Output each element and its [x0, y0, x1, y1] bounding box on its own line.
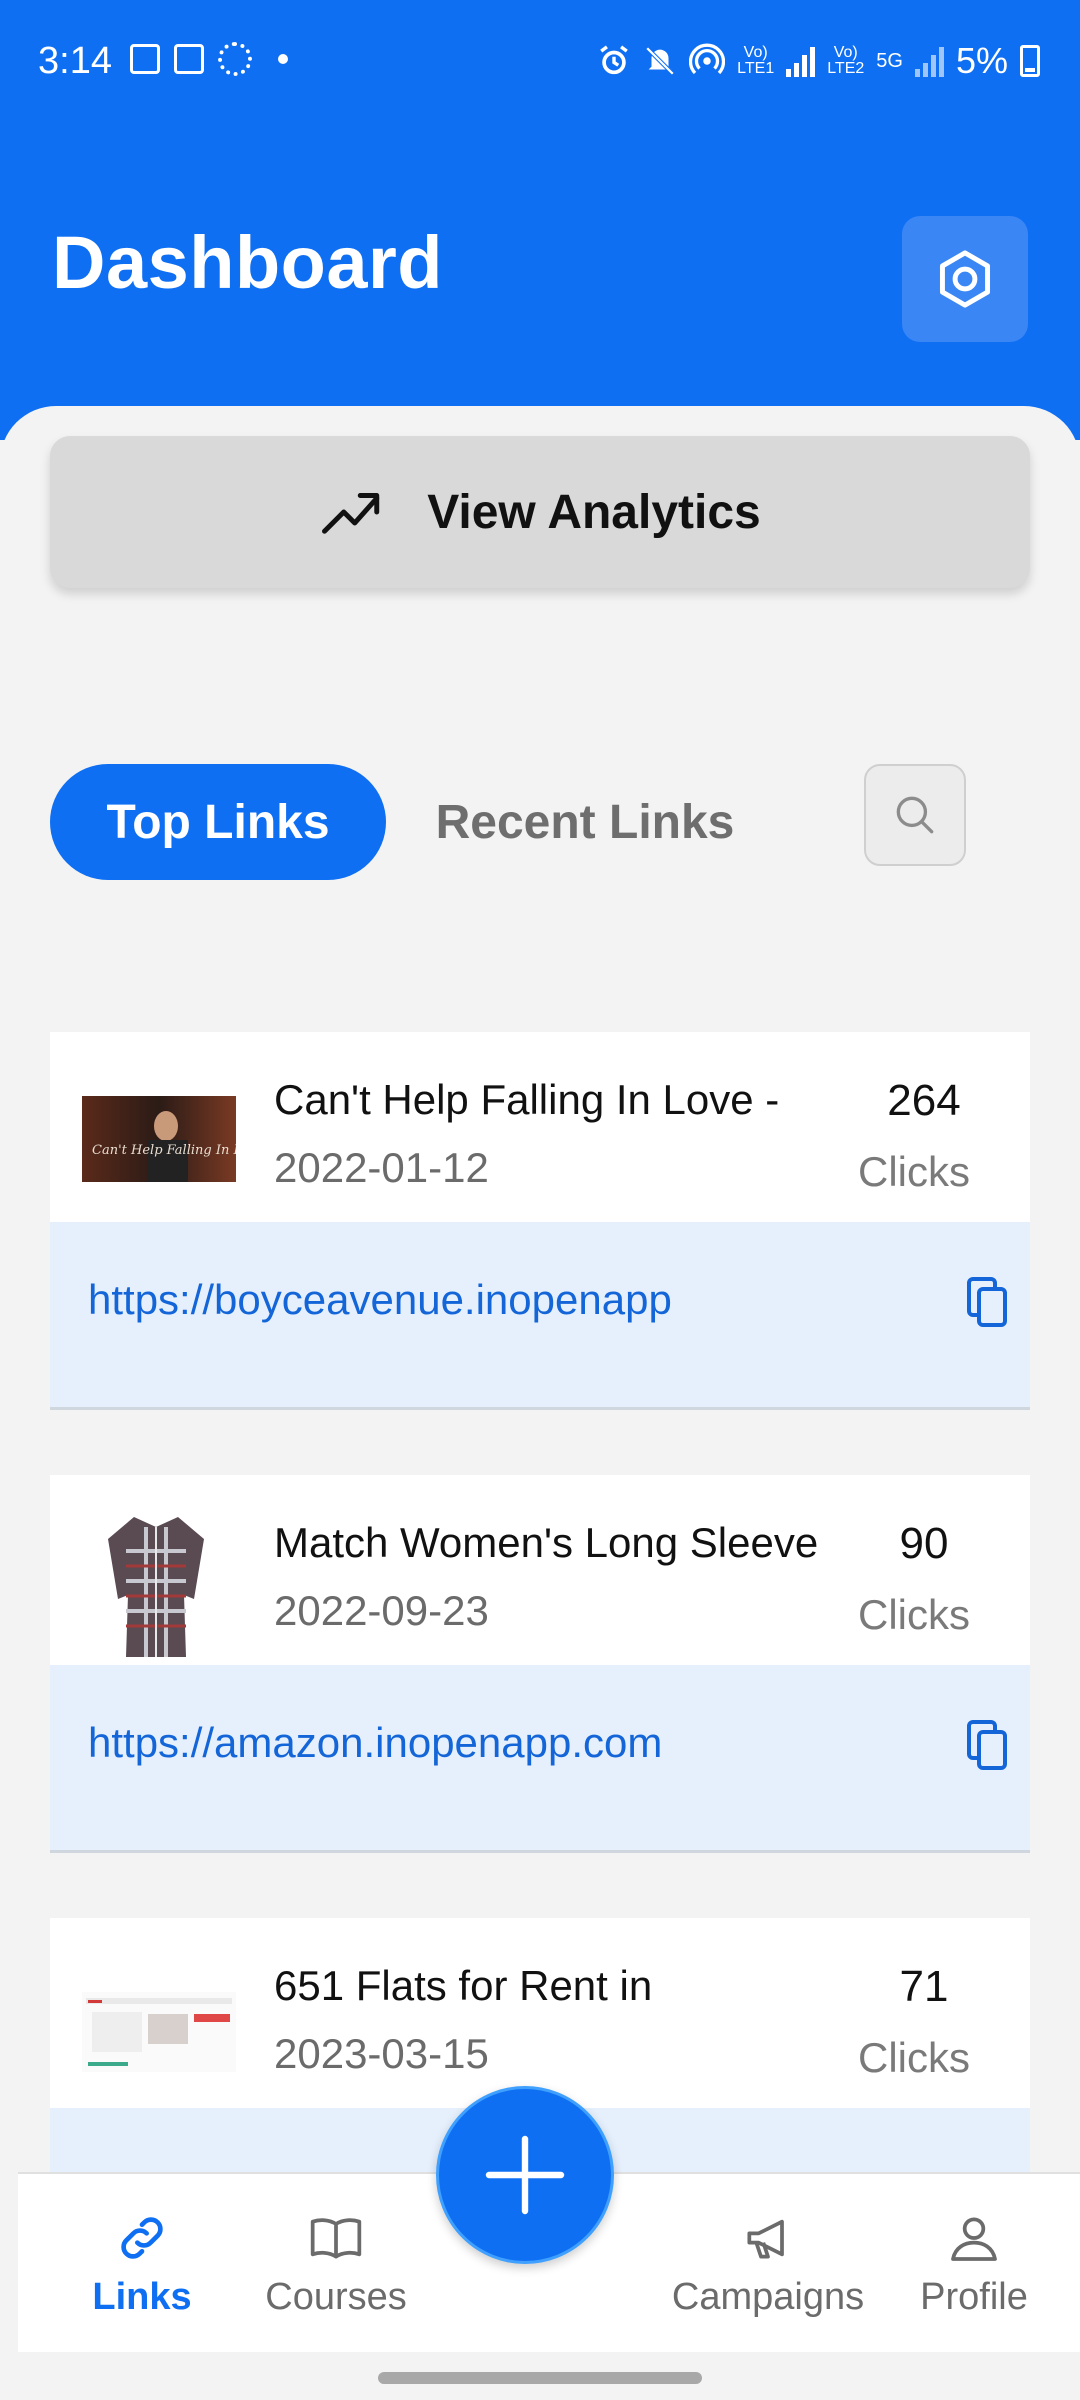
view-analytics-button[interactable]: View Analytics: [50, 436, 1030, 588]
nav-links-label: Links: [92, 2276, 192, 2318]
user-icon: [951, 2217, 997, 2261]
copy-icon[interactable]: [966, 1719, 1010, 1771]
status-time: 3:14: [38, 40, 112, 82]
link-url-row: https://boyceavenue.inopenapp: [50, 1222, 1030, 1407]
page-title: Dashboard: [52, 221, 444, 304]
signal1-icon: [786, 45, 816, 77]
click-count: 264: [887, 1076, 961, 1125]
battery-icon: [1020, 45, 1040, 77]
checkbox-icon: [174, 44, 204, 74]
add-link-button[interactable]: [436, 2086, 614, 2264]
view-analytics-label: View Analytics: [427, 485, 761, 539]
click-count: 90: [899, 1519, 949, 1568]
link-card[interactable]: Match Women's Long Sleeve 2022-09-23 90 …: [50, 1475, 1030, 1853]
loading-icon: [218, 42, 252, 76]
nav-profile[interactable]: Profile: [874, 2210, 1074, 2319]
shirt-thumbnail: [108, 1517, 204, 1657]
trending-up-icon: [322, 493, 380, 534]
settings-button[interactable]: [902, 216, 1028, 342]
megaphone-icon: [747, 2219, 784, 2259]
mute-icon: [645, 46, 675, 76]
tab-top-links[interactable]: Top Links: [50, 764, 386, 880]
svg-text:Can't Help Falling In Love: Can't Help Falling In Love: [92, 1143, 236, 1158]
status-indicators: Vo) LTE1 Vo) LTE2 5G 5%: [597, 40, 1040, 82]
link-icon: [121, 2217, 163, 2259]
clicks-label: Clicks: [858, 1148, 970, 1195]
signal2-icon: [914, 45, 944, 77]
clicks-label: Clicks: [858, 1591, 970, 1638]
home-indicator[interactable]: [378, 2372, 702, 2384]
lte2-label: Vo) LTE2: [827, 44, 865, 77]
link-title: Can't Help Falling In Love -: [274, 1076, 780, 1123]
lte1-label: Vo) LTE1: [737, 44, 775, 77]
link-url[interactable]: https://amazon.inopenapp.com: [88, 1719, 662, 1767]
nav-campaigns[interactable]: Campaigns: [648, 2210, 888, 2319]
link-date: 2022-09-23: [274, 1587, 489, 1634]
nav-courses[interactable]: Courses: [236, 2210, 436, 2319]
link-card[interactable]: Can't Help Falling In Love Can't Help Fa…: [50, 1032, 1030, 1410]
link-title: 651 Flats for Rent in: [274, 1962, 653, 2009]
more-dot-icon: [278, 54, 288, 64]
clicks-label: Clicks: [858, 2034, 970, 2081]
nav-links[interactable]: Links: [42, 2210, 242, 2319]
status-bar: 3:14 Vo) LTE1 Vo) LTE2 5G 5%: [0, 0, 1080, 120]
nav-profile-label: Profile: [920, 2276, 1028, 2318]
nav-campaigns-label: Campaigns: [671, 2276, 865, 2318]
click-count: 71: [899, 1962, 949, 2011]
video-thumbnail: Can't Help Falling In Love: [82, 1096, 236, 1182]
plus-icon: [485, 2135, 565, 2215]
nav-courses-label: Courses: [265, 2276, 407, 2318]
hotspot-icon: [689, 43, 726, 75]
link-title: Match Women's Long Sleeve: [274, 1519, 819, 1566]
hexagon-settings-icon: [939, 250, 991, 308]
alarm-icon: [600, 45, 628, 75]
book-icon: [310, 2218, 362, 2259]
link-url-row: https://amazon.inopenapp.com: [50, 1665, 1030, 1850]
tab-recent-links[interactable]: Recent Links: [420, 764, 750, 880]
link-date: 2022-01-12: [274, 1144, 489, 1191]
link-url[interactable]: https://boyceavenue.inopenapp: [88, 1276, 672, 1324]
battery-percent: 5%: [955, 40, 1008, 81]
notification-icons: [130, 42, 288, 76]
search-button[interactable]: [864, 764, 966, 866]
copy-icon[interactable]: [966, 1276, 1010, 1328]
search-icon: [896, 796, 934, 834]
5g-label: 5G: [876, 50, 903, 72]
webpage-thumbnail: [82, 1992, 236, 2072]
link-date: 2023-03-15: [274, 2030, 489, 2077]
gallery-icon: [130, 44, 160, 74]
